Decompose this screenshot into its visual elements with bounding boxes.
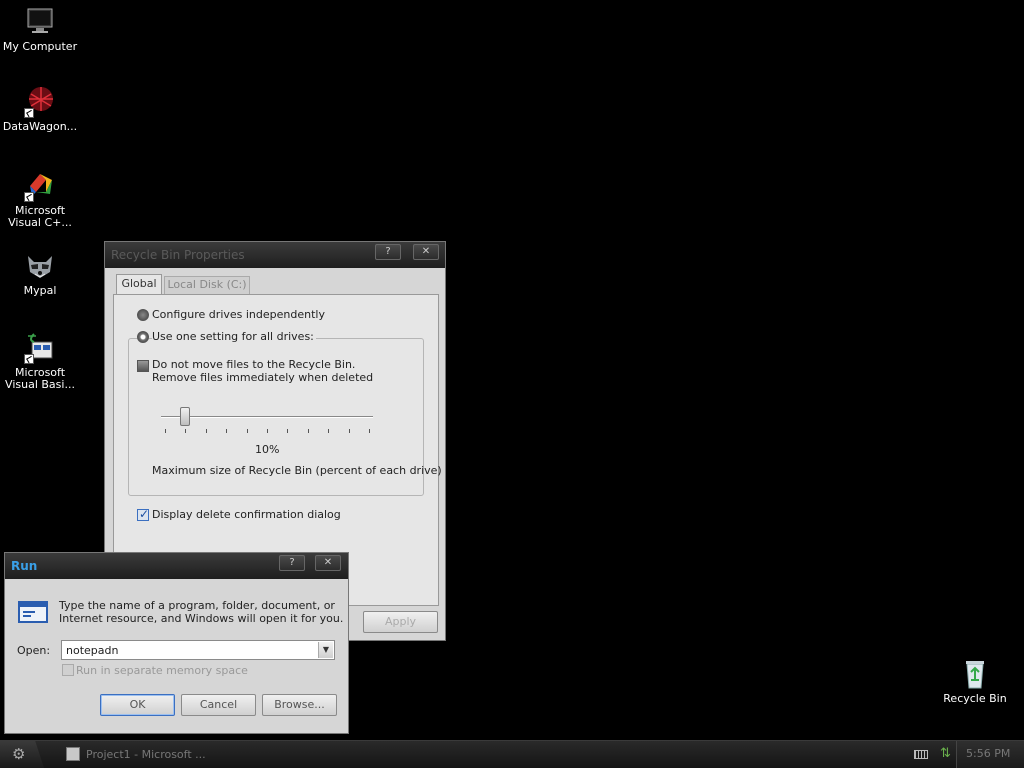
tab-label: Global <box>121 277 157 290</box>
close-button[interactable]: ✕ <box>413 244 439 260</box>
desktop-icon-label: Recycle Bin <box>943 692 1007 705</box>
tab-local-disk[interactable]: Local Disk (C:) <box>164 276 250 294</box>
desktop-icon-recycle-bin[interactable]: Recycle Bin <box>935 658 1015 705</box>
visual-basic-icon <box>24 332 56 364</box>
desktop-icon-visual-basic[interactable]: Microsoft Visual Basi... <box>0 332 80 391</box>
slider-tick <box>206 429 207 433</box>
slider-track <box>161 416 373 418</box>
tab-label: Local Disk (C:) <box>167 278 247 291</box>
desktop-icon-datawagon[interactable]: DataWagon... <box>0 86 80 133</box>
keyboard-icon[interactable] <box>914 750 928 759</box>
desktop-icon-label: DataWagon... <box>2 120 78 133</box>
ok-button[interactable]: OK <box>100 694 175 716</box>
clock: 5:56 PM <box>966 747 1011 760</box>
start-button[interactable]: ⚙ <box>0 741 44 768</box>
slider-caption: Maximum size of Recycle Bin (percent of … <box>152 464 442 477</box>
do-not-move-label: Do not move files to the Recycle Bin. <box>152 358 356 371</box>
display-confirm-checkbox[interactable] <box>137 507 149 521</box>
datawagon-icon <box>24 86 56 118</box>
network-icon[interactable]: ⇅ <box>940 746 951 761</box>
open-input[interactable]: notepadn <box>66 644 118 657</box>
taskbar: ⚙ Project1 - Microsoft ... ⇅ 5:56 PM <box>0 740 1024 768</box>
do-not-move-checkbox[interactable] <box>137 360 149 372</box>
shortcut-arrow-icon <box>24 108 34 118</box>
open-label: Open: <box>17 644 51 657</box>
desktop-icon-label: Microsoft Visual Basi... <box>5 366 75 391</box>
shortcut-arrow-icon <box>24 192 34 202</box>
slider-thumb[interactable] <box>180 407 190 426</box>
run-dialog: Run ? ✕ Type the name of a program, fold… <box>4 552 349 734</box>
recycle-properties-titlebar[interactable]: Recycle Bin Properties ? ✕ <box>105 242 445 268</box>
one-setting-radio[interactable] <box>137 331 149 343</box>
cancel-button[interactable]: Cancel <box>181 694 256 716</box>
desktop-icon-visual-cpp[interactable]: Microsoft Visual C+... <box>0 170 80 229</box>
taskbar-task-project1[interactable]: Project1 - Microsoft ... <box>60 744 220 766</box>
configure-independently-label: Configure drives independently <box>152 308 325 321</box>
close-button[interactable]: ✕ <box>315 555 341 571</box>
task-label: Project1 - Microsoft ... <box>86 748 206 761</box>
start-gear-icon: ⚙ <box>12 745 26 763</box>
slider-tick <box>165 429 166 433</box>
slider-tick <box>349 429 350 433</box>
browse-button[interactable]: Browse... <box>262 694 337 716</box>
display-confirm-label: Display delete confirmation dialog <box>152 508 341 521</box>
desktop-icon-label: Microsoft Visual C+... <box>8 204 72 229</box>
clock-area[interactable]: 5:56 PM <box>956 741 1024 768</box>
slider-value: 10% <box>255 443 280 456</box>
recycle-bin-icon <box>959 658 991 690</box>
vb-task-icon <box>66 747 80 761</box>
tab-global[interactable]: Global <box>116 274 162 294</box>
separate-memory-label: Run in separate memory space <box>76 664 248 677</box>
run-description-line1: Type the name of a program, folder, docu… <box>59 599 335 612</box>
one-setting-label: Use one setting for all drives: <box>152 330 316 343</box>
open-combobox[interactable]: notepadn ▼ <box>61 640 335 660</box>
raccoon-icon <box>24 250 56 282</box>
dropdown-arrow-icon[interactable]: ▼ <box>318 642 333 658</box>
desktop-icon-mypal[interactable]: Mypal <box>0 250 80 297</box>
help-button[interactable]: ? <box>279 555 305 571</box>
slider-tick <box>287 429 288 433</box>
configure-independently-radio[interactable] <box>137 309 149 321</box>
slider-tick <box>185 429 186 433</box>
desktop-icon-my-computer[interactable]: My Computer <box>0 6 80 53</box>
run-description-line2: Internet resource, and Windows will open… <box>59 612 344 625</box>
slider-tick <box>369 429 370 433</box>
run-program-icon <box>17 599 49 630</box>
slider-tick <box>226 429 227 433</box>
window-title: Recycle Bin Properties <box>111 248 245 262</box>
desktop-icon-label: Mypal <box>23 284 57 297</box>
shortcut-arrow-icon <box>24 354 34 364</box>
slider-tick <box>247 429 248 433</box>
window-title: Run <box>11 559 38 573</box>
help-button[interactable]: ? <box>375 244 401 260</box>
monitor-icon <box>24 6 56 38</box>
do-not-move-sublabel: Remove files immediately when deleted <box>152 371 374 384</box>
apply-button[interactable]: Apply <box>363 611 438 633</box>
separate-memory-checkbox[interactable] <box>62 664 74 676</box>
slider-tick <box>308 429 309 433</box>
visual-cpp-icon <box>24 170 56 202</box>
run-titlebar[interactable]: Run ? ✕ <box>5 553 348 579</box>
desktop-icon-label: My Computer <box>2 40 78 53</box>
slider-tick <box>267 429 268 433</box>
recycle-size-slider[interactable] <box>161 407 373 437</box>
slider-tick <box>328 429 329 433</box>
